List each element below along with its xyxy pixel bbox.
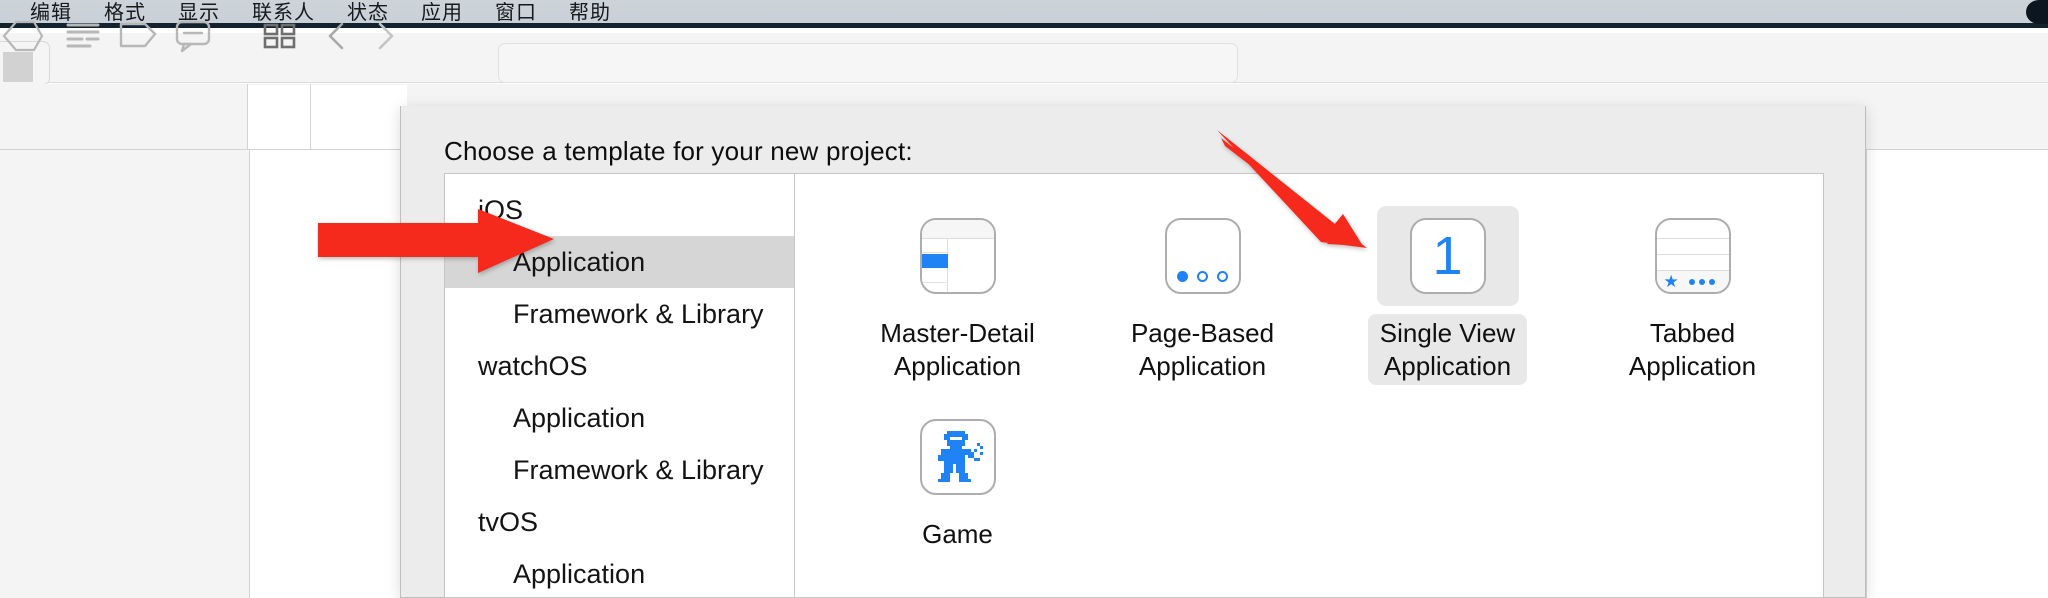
menu-window[interactable]: 窗口 [479,2,553,22]
new-project-template-sheet: Choose a template for your new project: … [400,106,1866,598]
screen: 编辑 格式 显示 联系人 状态 应用 窗口 帮助 Choose a templa… [0,0,2048,598]
sidebar-item-ios[interactable]: iOS [445,184,794,236]
menu-extra-icon[interactable] [2026,0,2048,24]
template-label: Page-Based Application [1130,318,1275,381]
sidebar-item-ios-application[interactable]: Application [445,236,794,288]
template-page-based-application[interactable]: Page-Based Application [1080,206,1325,385]
template-label: Game [922,519,993,549]
template-grid-pane: Master-Detail Application Page-Based App… [795,174,1823,597]
icon-bar-active-segment [247,85,407,149]
sidebar-item-tvos[interactable]: tvOS [445,496,794,548]
comment-bubble-icon[interactable] [170,14,211,53]
template-single-view-application[interactable]: 1 Single View Application [1325,206,1570,385]
template-label: Tabbed Application [1628,318,1757,381]
template-icon-wrap [887,407,1029,507]
menu-bar-status-area [1988,0,2048,24]
master-detail-icon [919,218,996,294]
app-right-pane [1866,150,2048,598]
app-left-pane [0,150,250,598]
template-label: Master-Detail Application [880,318,1035,381]
tabbed-icon: ★ [1654,218,1731,294]
chevron-left-icon[interactable] [318,14,358,52]
platform-sidebar: iOS Application Framework & Library watc… [445,174,795,597]
app-main-pane-gutter [251,150,401,598]
sheet-body: iOS Application Framework & Library watc… [444,173,1824,598]
menu-bar: 编辑 格式 显示 联系人 状态 应用 窗口 帮助 [0,0,2048,28]
template-master-detail-application[interactable]: Master-Detail Application [835,206,1080,385]
pentagon-outline-icon[interactable] [0,14,44,52]
app-toolbar [0,33,2048,85]
search-input[interactable] [498,43,1238,83]
single-view-icon: 1 [1409,218,1486,294]
icon-bar-divider-2 [310,84,311,150]
icon-bar-divider-1 [247,84,248,150]
grid-view-icon[interactable] [258,14,298,52]
template-icon-wrap: ★ [1622,206,1764,306]
template-icon-wrap [887,206,1029,306]
template-game[interactable]: Game [835,407,1080,554]
chevron-right-icon[interactable] [365,14,405,52]
single-view-badge: 1 [1432,226,1463,286]
tag-icon[interactable] [115,14,157,52]
list-lines-icon[interactable] [60,14,100,52]
template-label: Single View Application [1367,314,1528,385]
sheet-title: Choose a template for your new project: [444,136,913,166]
menu-apps[interactable]: 应用 [405,2,479,22]
template-tabbed-application[interactable]: ★ Tabbed Application [1570,206,1815,385]
menu-help[interactable]: 帮助 [553,2,627,22]
template-grid: Master-Detail Application Page-Based App… [795,206,1823,554]
sidebar-item-watchos-application[interactable]: Application [445,392,794,444]
sidebar-item-tvos-application[interactable]: Application [445,548,794,597]
star-icon: ★ [1663,272,1679,291]
sidebar-item-watchos-framework-library[interactable]: Framework & Library [445,444,794,496]
sidebar-item-ios-framework-library[interactable]: Framework & Library [445,288,794,340]
sidebar-item-watchos[interactable]: watchOS [445,340,794,392]
more-dots-icon [1688,278,1715,285]
game-robot-icon [919,419,996,495]
toolbar-left-button-glyph [3,52,33,82]
page-based-icon [1164,218,1241,294]
template-icon-wrap: 1 [1376,206,1519,306]
template-icon-wrap [1132,206,1274,306]
